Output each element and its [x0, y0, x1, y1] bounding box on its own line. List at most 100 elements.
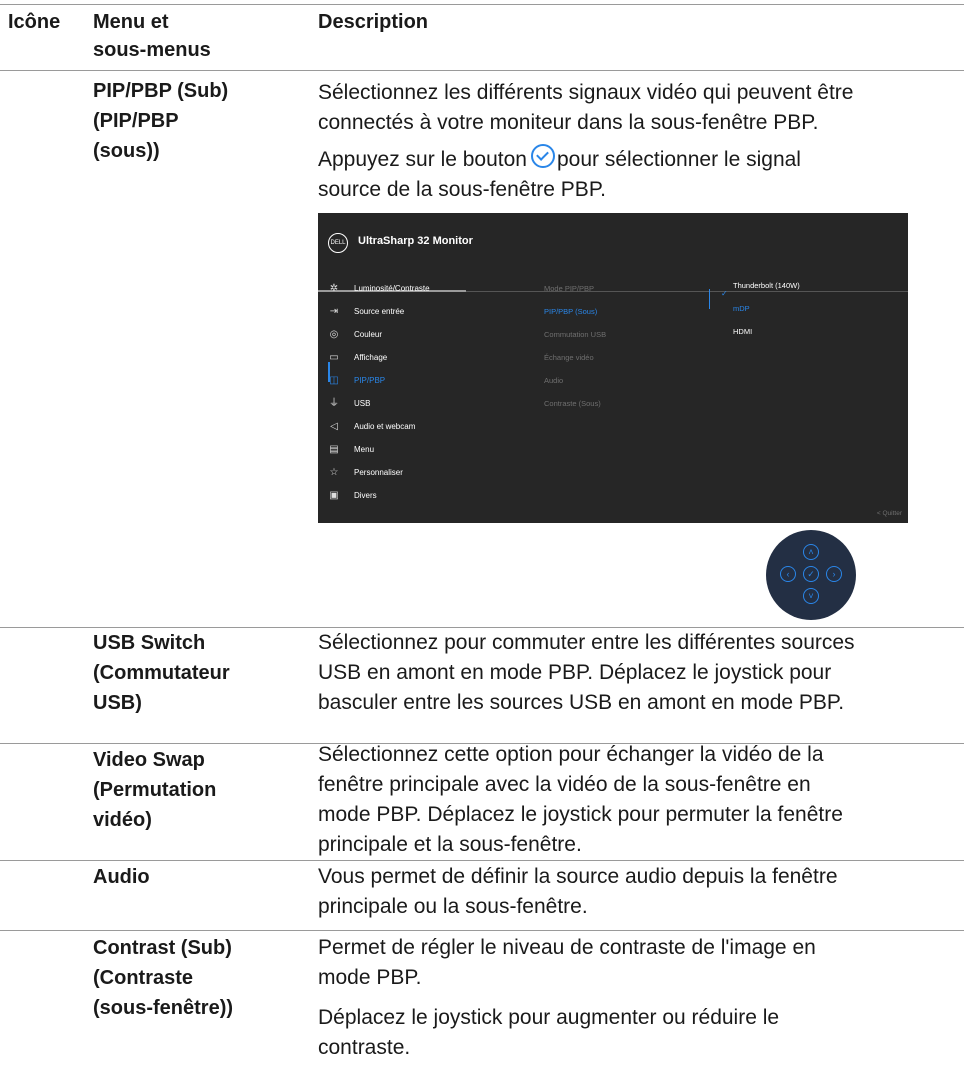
- info-icon: ▣: [329, 490, 339, 501]
- osd-menu-screenshot: DELL UltraSharp 32 Monitor ✲ Luminosité/C…: [318, 213, 908, 523]
- row-divider: [0, 860, 964, 861]
- menu-line: (Commutateur: [93, 662, 230, 684]
- desc-line: USB en amont en mode PBP. Déplacez le jo…: [318, 661, 832, 684]
- osd-item-affichage[interactable]: ▭ Affichage: [328, 348, 528, 368]
- desc-pip-pbp-sub: Sélectionnez les différents signaux vidé…: [318, 78, 958, 205]
- osd-item-label: Couleur: [354, 330, 383, 339]
- desc-line: mode PBP.: [318, 966, 422, 989]
- right-icon: ›: [826, 566, 842, 582]
- desc-video-swap: Sélectionnez cette option pour échanger …: [318, 740, 958, 860]
- header-menu-line2: sous-menus: [93, 39, 211, 61]
- osd-item-label: PIP/PBP: [354, 376, 386, 385]
- check-icon: ✓: [721, 289, 728, 298]
- desc-audio: Vous permet de définir la source audio d…: [318, 862, 958, 922]
- desc-line: connectés à votre moniteur dans la sous-…: [318, 111, 819, 134]
- osd-item-menu[interactable]: ▤ Menu: [328, 440, 528, 460]
- osd-item-source[interactable]: ⇥ Source entrée: [328, 302, 528, 322]
- menu-line: USB): [93, 692, 142, 714]
- osd-item-label: Personnaliser: [354, 468, 403, 477]
- menu-contrast-sub: Contrast (Sub) (Contraste (sous-fenêtre)…: [93, 933, 308, 1023]
- desc-fragment: pour sélectionner le signal: [556, 148, 801, 171]
- menu-audio: Audio: [93, 862, 308, 892]
- osd-item-couleur[interactable]: ◎ Couleur: [328, 325, 528, 345]
- osd-item-label: Source entrée: [354, 307, 405, 316]
- desc-line: Sélectionnez les différents signaux vidé…: [318, 81, 854, 104]
- speaker-icon: ◁: [330, 421, 338, 432]
- osd-item-luminosite[interactable]: ✲ Luminosité/Contraste: [328, 279, 528, 299]
- desc-line: source de la sous-fenêtre PBP.: [318, 178, 606, 201]
- desc-line: principale et la sous-fenêtre.: [318, 833, 582, 856]
- menu-line: Audio: [93, 866, 150, 888]
- dell-logo: DELL: [328, 233, 348, 253]
- down-icon: ˅: [803, 588, 819, 604]
- pip-icon: ◫: [329, 375, 339, 386]
- osd-item-label: Luminosité/Contraste: [354, 284, 430, 293]
- header-icon: Icône: [8, 11, 61, 33]
- header-menu: Menu et sous-menus: [93, 8, 211, 64]
- desc-line: Vous permet de définir la source audio d…: [318, 865, 838, 888]
- osd-item-pip-pbp[interactable]: ◫ PIP/PBP: [328, 371, 528, 391]
- menu-line: (PIP/PBP: [93, 110, 179, 132]
- osd-title: UltraSharp 32 Monitor: [358, 235, 473, 247]
- input-source-icon: ⇥: [329, 306, 339, 317]
- osd-sub-audio[interactable]: Audio: [544, 376, 563, 385]
- usb-icon: ⏚: [329, 398, 339, 409]
- osd-option-hdmi[interactable]: HDMI: [733, 327, 752, 336]
- menu-line: (Contraste: [93, 967, 194, 989]
- star-icon: ☆: [329, 467, 339, 478]
- osd-sub-mode[interactable]: Mode PIP/PBP: [544, 284, 594, 293]
- sun-icon: ✲: [329, 283, 339, 294]
- up-icon: ˄: [803, 544, 819, 560]
- menu-pip-pbp-sub: PIP/PBP (Sub) (PIP/PBP (sous)): [93, 76, 308, 166]
- header-description: Description: [318, 11, 429, 33]
- osd-sub-contraste[interactable]: Contraste (Sous): [544, 399, 601, 408]
- check-icon: ✓: [803, 566, 819, 582]
- osd-exit-button[interactable]: < Quitter: [877, 510, 902, 517]
- desc-usb-switch: Sélectionnez pour commuter entre les dif…: [318, 628, 958, 718]
- header-divider: [0, 70, 964, 71]
- menu-icon: ▤: [329, 444, 339, 455]
- table-top-border: [0, 4, 964, 5]
- osd-item-usb[interactable]: ⏚ USB: [328, 394, 528, 414]
- osd-sub-echange-video[interactable]: Échange vidéo: [544, 353, 594, 362]
- menu-line: vidéo): [93, 809, 152, 831]
- menu-usb-switch: USB Switch (Commutateur USB): [93, 628, 308, 718]
- menu-line: (sous-fenêtre)): [93, 997, 234, 1019]
- osd-option-mdp[interactable]: mDP: [733, 304, 750, 313]
- display-icon: ▭: [329, 352, 339, 363]
- osd-option-indicator: [709, 289, 710, 309]
- osd-sub-commutation-usb[interactable]: Commutation USB: [544, 330, 606, 339]
- palette-icon: ◎: [329, 329, 339, 340]
- check-icon: [530, 144, 555, 168]
- desc-fragment: Appuyez sur le bouton: [318, 148, 527, 171]
- menu-line: USB Switch: [93, 632, 206, 654]
- desc-line: Sélectionnez cette option pour échanger …: [318, 743, 824, 766]
- osd-item-label: USB: [354, 399, 371, 408]
- osd-item-audio[interactable]: ◁ Audio et webcam: [328, 417, 528, 437]
- menu-line: Video Swap: [93, 749, 205, 771]
- left-icon: ‹: [780, 566, 796, 582]
- joystick-illustration: ˄ ‹ ✓ › ˅: [766, 530, 856, 620]
- osd-option-thunderbolt[interactable]: Thunderbolt (140W): [733, 281, 800, 290]
- desc-line: principale ou la sous-fenêtre.: [318, 895, 588, 918]
- menu-line: (sous)): [93, 140, 160, 162]
- header-menu-line1: Menu et: [93, 11, 169, 33]
- menu-line: PIP/PBP (Sub): [93, 80, 229, 102]
- desc-line: Déplacez le joystick pour augmenter ou r…: [318, 1006, 780, 1029]
- desc-line: contraste.: [318, 1036, 411, 1059]
- menu-line: Contrast (Sub): [93, 937, 232, 959]
- osd-item-divers[interactable]: ▣ Divers: [328, 486, 528, 506]
- osd-item-label: Audio et webcam: [354, 422, 416, 431]
- desc-line: fenêtre principale avec la vidéo de la s…: [318, 773, 811, 796]
- desc-contrast-sub: Permet de régler le niveau de contraste …: [318, 933, 958, 1063]
- desc-line: Sélectionnez pour commuter entre les dif…: [318, 631, 855, 654]
- desc-line: Permet de régler le niveau de contraste …: [318, 936, 816, 959]
- menu-line: (Permutation: [93, 779, 217, 801]
- osd-item-label: Affichage: [354, 353, 388, 362]
- osd-sub-pip-pbp-sous[interactable]: PIP/PBP (Sous): [544, 307, 597, 316]
- row-divider: [0, 930, 964, 931]
- osd-item-personnaliser[interactable]: ☆ Personnaliser: [328, 463, 528, 483]
- desc-line: basculer entre les sources USB en amont …: [318, 691, 845, 714]
- desc-line: mode PBP. Déplacez le joystick pour perm…: [318, 803, 843, 826]
- menu-video-swap: Video Swap (Permutation vidéo): [93, 745, 308, 835]
